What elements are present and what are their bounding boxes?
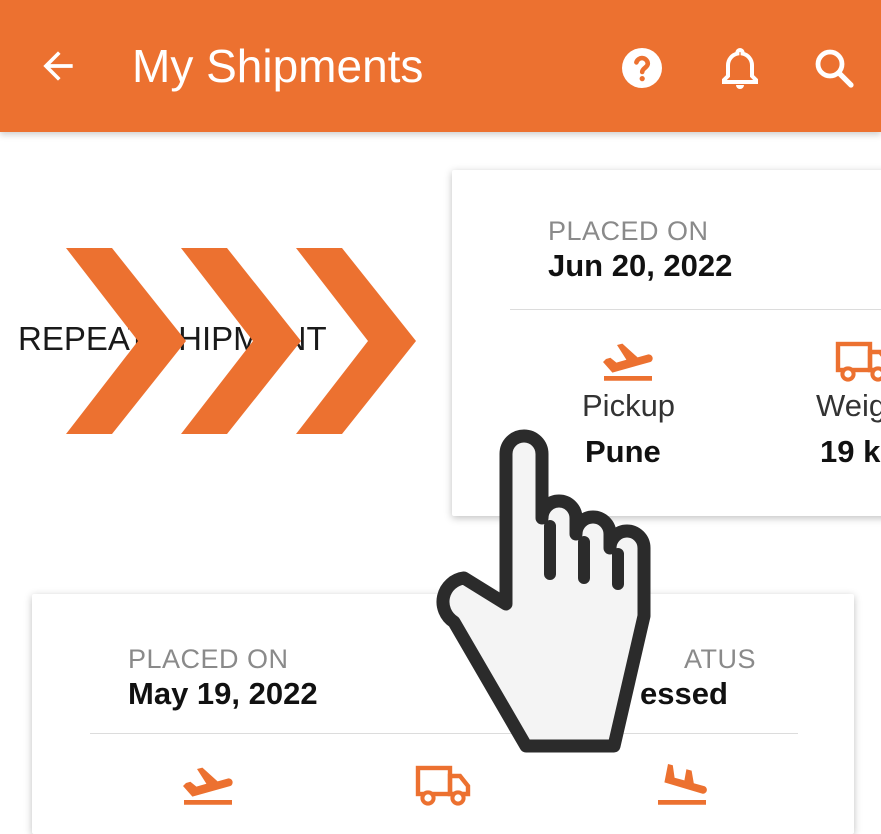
plane-takeoff-icon <box>603 343 653 381</box>
bell-icon[interactable] <box>716 44 764 92</box>
app-bar: My Shipments <box>0 0 881 132</box>
help-icon[interactable] <box>618 44 666 92</box>
placed-on-label: PLACED ON <box>548 216 709 246</box>
weight-value: 19 k <box>820 434 881 469</box>
page-title: My Shipments <box>132 40 424 92</box>
placed-on-date: May 19, 2022 <box>128 676 318 711</box>
plane-landing-icon <box>658 764 707 805</box>
chevron-right-icon <box>296 248 416 434</box>
placed-on-label: PLACED ON <box>128 644 289 674</box>
weight-label: Weig <box>816 388 881 423</box>
chevron-right-icon <box>66 248 186 434</box>
placed-on-date: Jun 20, 2022 <box>548 248 733 283</box>
back-arrow-icon[interactable] <box>36 44 80 88</box>
truck-icon <box>415 765 471 806</box>
pointer-hand-icon <box>436 429 651 753</box>
pickup-label: Pickup <box>582 388 676 423</box>
search-icon[interactable] <box>810 44 858 92</box>
chevron-right-icon <box>181 248 301 434</box>
truck-icon <box>835 341 881 382</box>
plane-takeoff-icon <box>183 767 233 805</box>
divider <box>510 309 881 310</box>
